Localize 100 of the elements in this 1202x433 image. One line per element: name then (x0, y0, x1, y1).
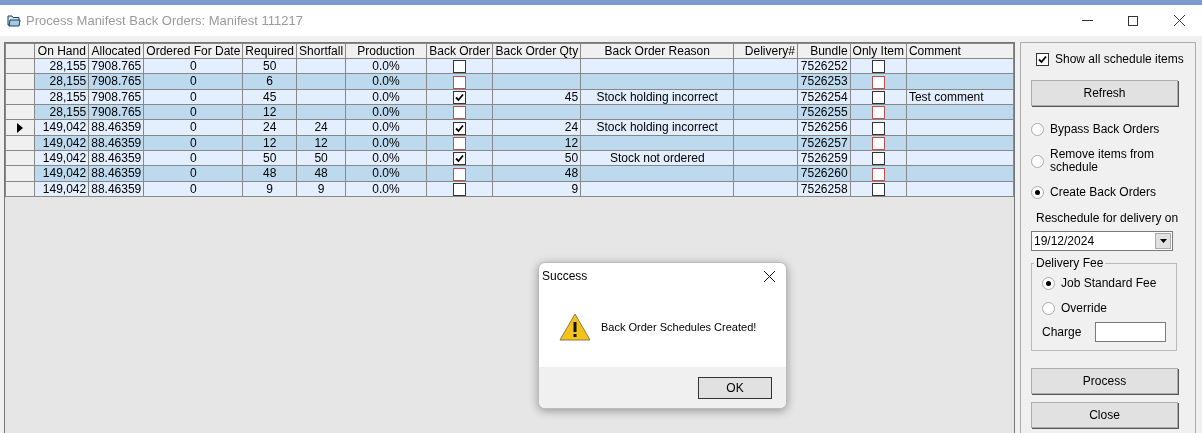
checkbox-label[interactable]: Show all schedule items (1055, 50, 1184, 68)
table-cell: Stock not ordered (580, 150, 734, 166)
close-panel-button[interactable]: Close (1031, 402, 1178, 428)
table-cell: 7526255 (797, 104, 851, 120)
checkbox[interactable] (453, 106, 467, 119)
checkbox[interactable] (453, 121, 467, 135)
table-cell: 7908.765 (88, 89, 144, 105)
checkbox[interactable] (871, 75, 885, 89)
checkbox[interactable] (453, 60, 467, 73)
charge-field[interactable] (1095, 322, 1166, 342)
column-header[interactable]: Back Order Qty (492, 43, 581, 59)
radio-button[interactable] (1042, 276, 1055, 290)
checkbox[interactable] (871, 106, 885, 119)
table-cell (296, 58, 346, 74)
minimize-icon (1081, 20, 1093, 21)
table-cell: 149,042 (34, 165, 89, 182)
radio-label[interactable]: Job Standard Fee (1061, 274, 1157, 292)
checkbox[interactable] (453, 136, 467, 150)
radio-label[interactable]: Override (1061, 299, 1107, 317)
checkbox[interactable] (871, 60, 885, 73)
checkbox[interactable] (871, 121, 885, 135)
radio-label[interactable]: Bypass Back Orders (1050, 123, 1170, 136)
column-header[interactable]: Bundle (797, 43, 851, 59)
table-cell: 149,042 (34, 135, 89, 151)
table-cell: 7526258 (797, 181, 851, 197)
table-cell: 7908.765 (88, 73, 144, 90)
table-cell: 7526256 (797, 119, 851, 136)
table-cell: Test comment (906, 89, 1014, 105)
radio-button[interactable] (1031, 154, 1044, 168)
close-icon (1173, 15, 1185, 26)
column-header[interactable]: Shortfall (296, 43, 346, 59)
column-header[interactable]: Back Order Reason (580, 43, 734, 59)
table-cell: Stock holding incorrect (580, 89, 734, 105)
table-cell: 0 (143, 181, 243, 197)
table-cell: 0.0% (345, 119, 427, 136)
dialog-title: Success (542, 268, 588, 285)
table-cell (733, 104, 798, 120)
warning-icon (559, 313, 591, 341)
date-dropdown[interactable]: 19/12/2024 (1031, 231, 1173, 251)
column-header[interactable]: Allocated (88, 43, 144, 59)
column-header[interactable]: Ordered For Date (143, 43, 243, 59)
radio-label[interactable]: Remove items from schedule (1050, 148, 1170, 174)
table-cell: 9 (242, 181, 297, 197)
checkbox[interactable] (871, 152, 885, 165)
checkbox[interactable] (871, 167, 885, 181)
dialog-close-button[interactable] (762, 269, 776, 283)
table-cell: Stock holding incorrect (580, 119, 734, 136)
table-cell: 24 (242, 119, 297, 136)
table-cell: 12 (296, 135, 346, 151)
checkbox[interactable] (453, 182, 467, 196)
column-header[interactable]: Production (345, 43, 427, 59)
checkbox[interactable] (453, 91, 467, 104)
table-cell: 48 (296, 165, 346, 182)
column-header[interactable]: Delivery# (733, 43, 798, 59)
table-cell: 0.0% (345, 58, 427, 74)
dialog-message: Back Order Schedules Created! (601, 319, 757, 335)
checkbox[interactable] (1036, 52, 1049, 66)
table-cell: 0 (143, 89, 243, 105)
table-cell: 7526260 (797, 165, 851, 182)
radio-label[interactable]: Create Back Orders (1050, 186, 1170, 199)
close-icon (763, 270, 775, 282)
table-cell: 45 (242, 89, 297, 105)
table-cell: 50 (242, 150, 297, 166)
checkbox[interactable] (453, 167, 467, 181)
table-cell: 45 (492, 89, 581, 105)
checkbox[interactable] (453, 75, 467, 89)
checkbox[interactable] (871, 136, 885, 150)
radio-button[interactable] (1042, 301, 1055, 315)
table-cell: 28,155 (34, 104, 89, 120)
table-cell (296, 73, 346, 90)
radio-button[interactable] (1031, 186, 1044, 199)
table-cell: 149,042 (34, 150, 89, 166)
process-button[interactable]: Process (1031, 368, 1178, 394)
table-cell: 149,042 (34, 181, 89, 197)
column-header[interactable]: Only Item (850, 43, 907, 59)
table-cell: 28,155 (34, 89, 89, 105)
reschedule-label: Reschedule for delivery on (1036, 210, 1180, 227)
row-header-corner (5, 43, 35, 59)
refresh-button[interactable]: Refresh (1031, 80, 1178, 106)
column-header[interactable]: Back Order (426, 43, 493, 59)
window-title: Process Manifest Back Orders: Manifest 111217 (26, 11, 303, 30)
column-header[interactable]: On Hand (34, 43, 89, 59)
table-cell: 88.46359 (88, 135, 144, 151)
checkbox[interactable] (871, 182, 885, 196)
maximize-icon (1128, 15, 1138, 26)
table-cell (733, 165, 798, 182)
table-cell (733, 150, 798, 166)
charge-label: Charge (1042, 324, 1083, 341)
table-cell: 0.0% (345, 150, 427, 166)
dropdown-arrow-icon (1159, 239, 1167, 243)
column-header[interactable]: Comment (906, 43, 1014, 59)
table-cell (733, 119, 798, 136)
radio-button[interactable] (1031, 123, 1044, 136)
ok-button[interactable]: OK (698, 376, 772, 399)
table-cell: 50 (296, 150, 346, 166)
column-header[interactable]: Required (242, 43, 297, 59)
checkbox[interactable] (453, 152, 467, 165)
checkbox[interactable] (871, 91, 885, 104)
table-cell: 0.0% (345, 89, 427, 105)
table-cell (733, 181, 798, 197)
